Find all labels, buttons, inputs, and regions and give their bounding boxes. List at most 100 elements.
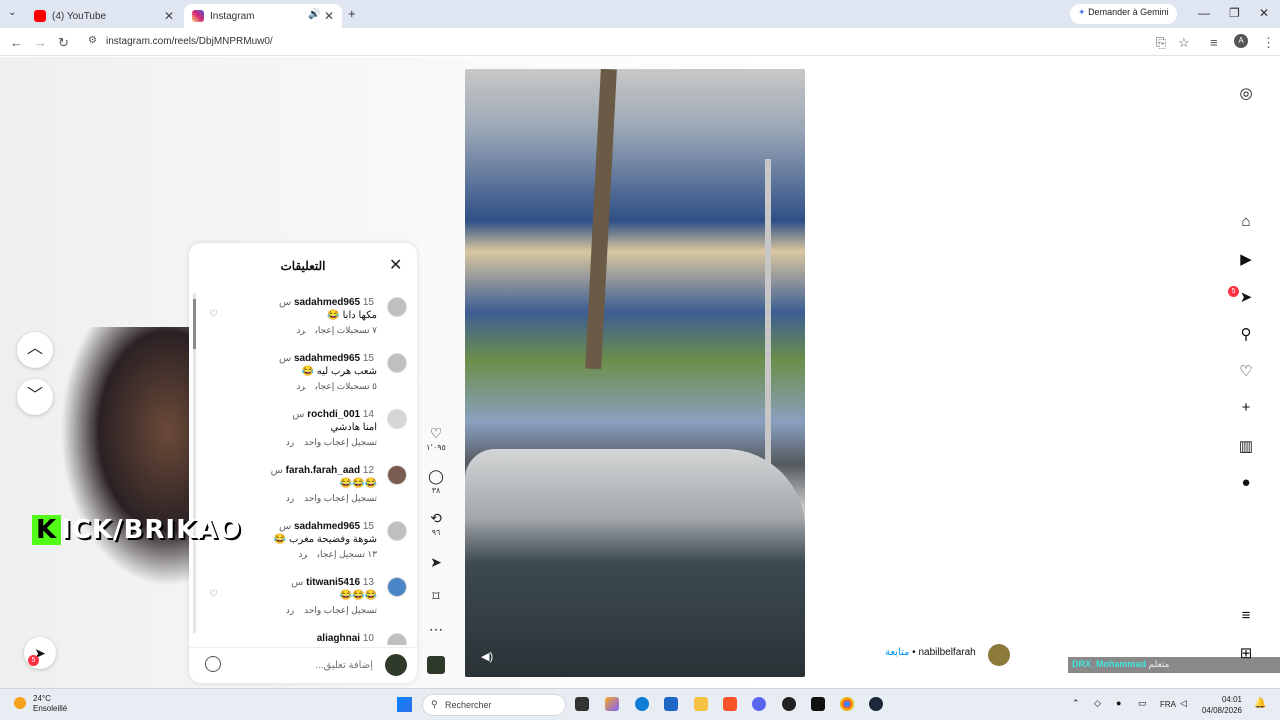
- obs-icon[interactable]: [782, 697, 796, 711]
- follow-button[interactable]: متابعة: [885, 647, 909, 658]
- discord-icon[interactable]: [752, 697, 766, 711]
- avatar[interactable]: [387, 353, 407, 373]
- microphone-icon[interactable]: ●: [1116, 698, 1121, 708]
- clock[interactable]: 04:01 04/08/2026: [1198, 694, 1242, 716]
- back-icon[interactable]: ←: [10, 35, 23, 50]
- forward-icon[interactable]: →: [34, 35, 47, 50]
- reel-video[interactable]: ◀): [465, 69, 805, 677]
- windows-start-icon[interactable]: [397, 697, 412, 712]
- comment-username[interactable]: rochdi_001: [307, 409, 360, 420]
- brave-icon[interactable]: [723, 697, 737, 711]
- bookmark-star-icon[interactable]: ☆: [1178, 35, 1190, 51]
- steam-icon[interactable]: [869, 697, 883, 711]
- speaker-icon[interactable]: 🔊: [308, 9, 320, 20]
- profile-avatar-icon[interactable]: ●: [1236, 474, 1256, 491]
- comment-text: شوهة وفضيحة مغرب 😂: [273, 534, 377, 545]
- close-window-icon[interactable]: ✕: [1259, 6, 1269, 20]
- reply-link[interactable]: رد: [296, 325, 305, 335]
- comment-button[interactable]: ◯ ٣٨: [426, 468, 446, 495]
- comment-username[interactable]: sadahmed965: [294, 353, 360, 364]
- restore-icon[interactable]: ❐: [1229, 6, 1240, 20]
- instagram-logo-icon[interactable]: ◎: [1236, 84, 1256, 102]
- repost-button[interactable]: ⟲ ٩٦: [426, 510, 446, 537]
- comment-username[interactable]: farah.farah_aad: [286, 465, 360, 476]
- avatar[interactable]: [387, 577, 407, 597]
- comment-username[interactable]: aliaghnai: [317, 633, 360, 644]
- display-icon[interactable]: ▭: [1138, 698, 1147, 709]
- comment-likes[interactable]: تسجيل إعجاب واحد: [304, 437, 377, 447]
- copilot-icon[interactable]: [605, 697, 619, 711]
- comment-likes[interactable]: ٧ تسجيلات إعجاب: [315, 325, 377, 335]
- messages-icon[interactable]: ➤ 5: [1228, 286, 1256, 306]
- dashboard-icon[interactable]: ▥: [1236, 437, 1256, 455]
- date: 04/08/2026: [1201, 706, 1242, 715]
- file-explorer-icon[interactable]: [694, 697, 708, 711]
- volume-icon[interactable]: ◁: [1180, 698, 1187, 709]
- close-tab-icon[interactable]: ✕: [324, 9, 334, 23]
- comment-username[interactable]: sadahmed965: [294, 297, 360, 308]
- more-menu-icon[interactable]: ≡: [1236, 607, 1256, 624]
- heart-icon[interactable]: ♡: [209, 589, 218, 600]
- avatar[interactable]: [387, 521, 407, 541]
- edge-icon[interactable]: [635, 697, 649, 711]
- comment-likes[interactable]: ٥ تسجيلات إعجاب: [315, 381, 377, 391]
- search-icon[interactable]: ⚲: [1236, 325, 1256, 343]
- minimize-icon[interactable]: —: [1198, 6, 1210, 20]
- chrome-icon[interactable]: [840, 697, 854, 711]
- close-tab-icon[interactable]: ✕: [164, 9, 174, 23]
- home-icon[interactable]: ⌂: [1236, 213, 1256, 230]
- emoji-icon[interactable]: [205, 656, 221, 672]
- save-button[interactable]: ⌑: [426, 588, 446, 605]
- next-reel-button[interactable]: ﹀: [17, 379, 53, 415]
- previous-reel-button[interactable]: ︿: [17, 332, 53, 368]
- task-view-icon[interactable]: [575, 697, 589, 711]
- author-username[interactable]: nabilbelfarah: [918, 647, 975, 658]
- reading-list-icon[interactable]: ≡: [1210, 35, 1218, 50]
- author-avatar[interactable]: [988, 644, 1010, 666]
- gemini-button[interactable]: ✦ Demander à Gemini: [1070, 4, 1177, 24]
- network-icon[interactable]: ◇: [1094, 698, 1101, 709]
- comment-username[interactable]: titwani5416: [306, 577, 360, 588]
- language-indicator[interactable]: FRA: [1160, 700, 1176, 709]
- profile-avatar[interactable]: A: [1234, 34, 1248, 48]
- mute-icon[interactable]: ◀): [481, 650, 493, 663]
- messages-button[interactable]: ➤ 5: [24, 637, 56, 669]
- audio-thumbnail[interactable]: [427, 656, 445, 674]
- install-app-icon[interactable]: ⎘: [1156, 35, 1166, 51]
- reply-link[interactable]: رد: [286, 437, 294, 447]
- tab-youtube[interactable]: (4) YouTube ✕: [26, 4, 182, 28]
- new-tab-button[interactable]: +: [348, 6, 356, 21]
- comment-likes[interactable]: تسجيل إعجاب واحد: [304, 605, 377, 615]
- comment-input[interactable]: إضافة تعليق...: [315, 660, 373, 671]
- avatar[interactable]: [387, 409, 407, 429]
- more-options-button[interactable]: ⋯: [426, 621, 446, 638]
- like-button[interactable]: ♡ ١٬٠٩٥: [426, 425, 446, 452]
- tab-search-icon[interactable]: ⌄: [8, 7, 16, 18]
- reels-icon[interactable]: ▶: [1236, 250, 1256, 268]
- taskbar-search-input[interactable]: ⚲ Rechercher: [422, 694, 566, 716]
- menu-icon[interactable]: ⋮: [1262, 35, 1275, 51]
- avatar[interactable]: [387, 633, 407, 645]
- site-info-icon[interactable]: ⚙: [88, 35, 97, 46]
- notifications-heart-icon[interactable]: ♡: [1236, 362, 1256, 380]
- heart-icon[interactable]: ♡: [209, 309, 218, 320]
- tray-chevron-icon[interactable]: ⌃: [1072, 698, 1080, 709]
- comment-likes[interactable]: تسجيل إعجاب واحد: [304, 493, 377, 503]
- tab-instagram[interactable]: Instagram 🔊 ✕: [184, 4, 342, 28]
- store-icon[interactable]: [664, 697, 678, 711]
- avatar[interactable]: [387, 465, 407, 485]
- kick-app-icon[interactable]: [811, 697, 825, 711]
- close-icon[interactable]: ✕: [389, 255, 402, 275]
- comment-likes[interactable]: ١٣ تسجيل إعجاب: [318, 549, 377, 559]
- avatar[interactable]: [387, 297, 407, 317]
- reply-link[interactable]: رد: [296, 381, 305, 391]
- reply-link[interactable]: رد: [299, 549, 308, 559]
- reload-icon[interactable]: ↻: [58, 35, 69, 51]
- share-button[interactable]: ➤: [426, 554, 446, 571]
- comment-username[interactable]: sadahmed965: [294, 521, 360, 532]
- reply-link[interactable]: رد: [286, 605, 294, 615]
- url-input[interactable]: ⚙ instagram.com/reels/DbjMNPRMuw0/: [80, 32, 1175, 52]
- notification-bell-icon[interactable]: 🔔: [1254, 698, 1266, 709]
- reply-link[interactable]: رد: [286, 493, 294, 503]
- create-plus-icon[interactable]: +: [1236, 399, 1256, 416]
